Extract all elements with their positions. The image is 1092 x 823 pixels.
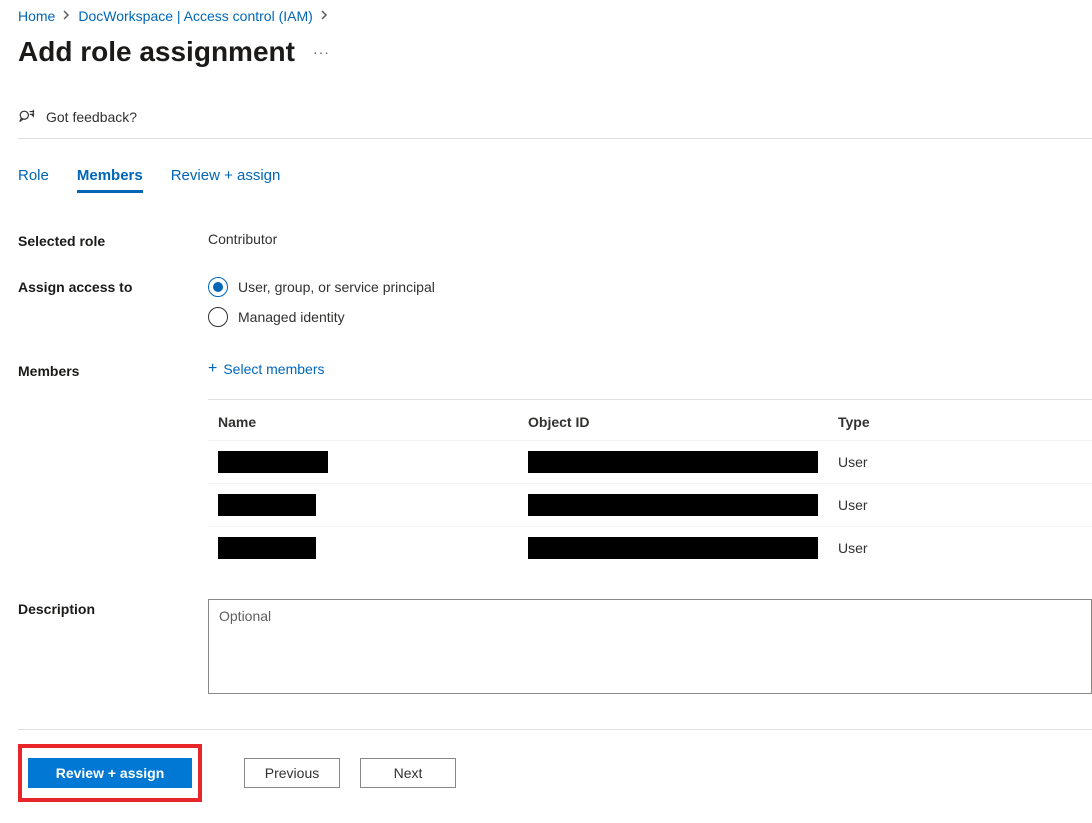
redacted-id <box>528 537 818 559</box>
tab-role[interactable]: Role <box>18 167 49 193</box>
page-title-row: Add role assignment ··· <box>18 36 1092 68</box>
radio-managed-label: Managed identity <box>238 309 345 325</box>
description-input[interactable] <box>208 599 1092 694</box>
next-button[interactable]: Next <box>360 758 456 788</box>
redacted-name <box>218 451 328 473</box>
breadcrumb: Home DocWorkspace | Access control (IAM) <box>18 8 1092 24</box>
previous-button[interactable]: Previous <box>244 758 340 788</box>
select-members-link[interactable]: + Select members <box>208 361 1092 377</box>
footer: Review + assign Previous Next <box>18 729 1092 802</box>
cell-type: User <box>838 540 1092 556</box>
tab-review-assign[interactable]: Review + assign <box>171 167 281 193</box>
selected-role-row: Selected role Contributor <box>18 231 1092 249</box>
members-table: Name Object ID Type User User User <box>208 399 1092 569</box>
redacted-name <box>218 494 316 516</box>
radio-checked-icon <box>208 277 228 297</box>
feedback-link[interactable]: Got feedback? <box>18 108 1092 139</box>
selected-role-value: Contributor <box>208 231 1092 247</box>
table-header: Name Object ID Type <box>208 400 1092 440</box>
col-type-header: Type <box>838 414 1092 430</box>
redacted-name <box>218 537 316 559</box>
description-row: Description <box>18 599 1092 697</box>
select-members-text: Select members <box>223 361 324 377</box>
plus-icon: + <box>208 361 217 377</box>
members-label: Members <box>18 361 208 379</box>
radio-unchecked-icon <box>208 307 228 327</box>
breadcrumb-workspace-link[interactable]: DocWorkspace | Access control (IAM) <box>78 8 312 24</box>
highlight-box: Review + assign <box>18 744 202 802</box>
col-name-header: Name <box>218 414 528 430</box>
table-row: User <box>208 483 1092 526</box>
radio-managed-identity[interactable]: Managed identity <box>208 307 1092 327</box>
review-assign-button[interactable]: Review + assign <box>28 758 192 788</box>
selected-role-label: Selected role <box>18 231 208 249</box>
page-title: Add role assignment <box>18 36 295 68</box>
more-icon[interactable]: ··· <box>313 44 330 60</box>
members-row: Members + Select members <box>18 361 1092 379</box>
table-row: User <box>208 526 1092 569</box>
redacted-id <box>528 451 818 473</box>
tabs: Role Members Review + assign <box>18 167 1092 193</box>
assign-access-row: Assign access to User, group, or service… <box>18 277 1092 327</box>
chevron-right-icon <box>63 10 70 23</box>
form-section: Selected role Contributor Assign access … <box>18 231 1092 697</box>
table-row: User <box>208 440 1092 483</box>
chevron-right-icon <box>321 10 328 23</box>
cell-type: User <box>838 454 1092 470</box>
tab-members[interactable]: Members <box>77 167 143 193</box>
description-label: Description <box>18 599 208 617</box>
feedback-label: Got feedback? <box>46 109 137 125</box>
assign-access-radio-group: User, group, or service principal Manage… <box>208 277 1092 327</box>
col-id-header: Object ID <box>528 414 838 430</box>
assign-access-label: Assign access to <box>18 277 208 295</box>
radio-user-group-principal[interactable]: User, group, or service principal <box>208 277 1092 297</box>
nav-buttons: Previous Next <box>244 758 456 788</box>
breadcrumb-home-link[interactable]: Home <box>18 8 55 24</box>
redacted-id <box>528 494 818 516</box>
radio-user-label: User, group, or service principal <box>238 279 435 295</box>
cell-type: User <box>838 497 1092 513</box>
feedback-icon <box>18 108 36 126</box>
